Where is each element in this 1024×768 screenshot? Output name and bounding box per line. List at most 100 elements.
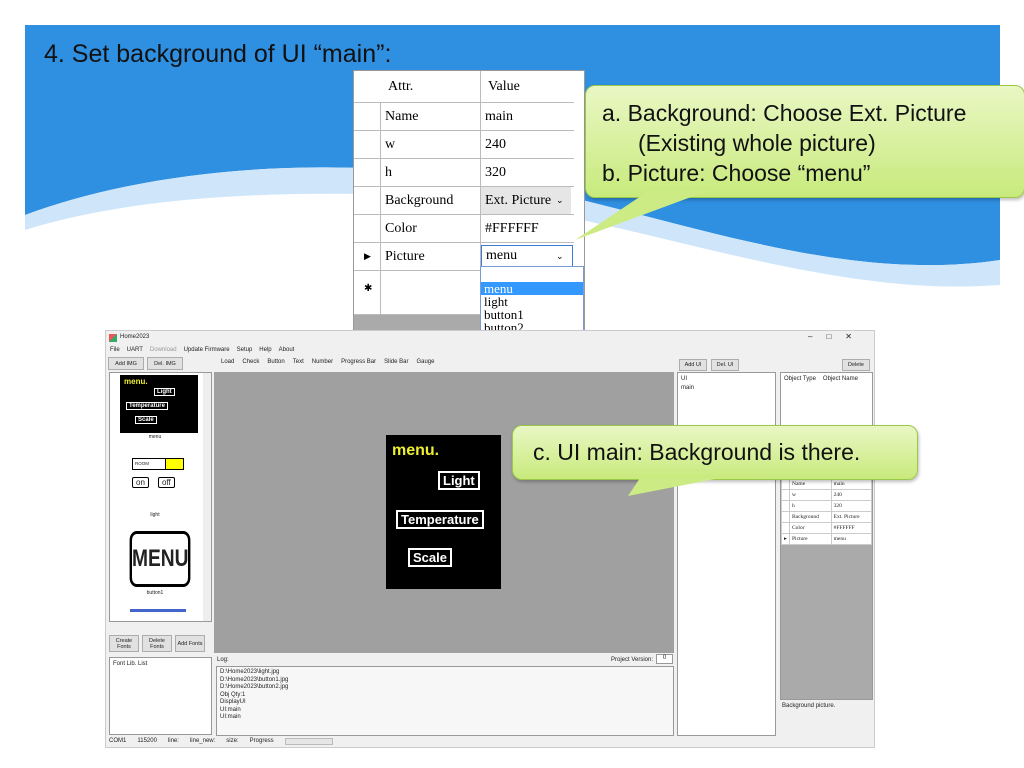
add-img-button[interactable]: Add IMG <box>108 357 144 370</box>
menu-item[interactable]: UART <box>127 347 143 353</box>
menu-item[interactable]: About <box>279 347 295 353</box>
attr-value: main <box>485 108 513 124</box>
del-img-button[interactable]: Del. IMG <box>147 357 183 370</box>
attr-value: 320 <box>485 164 506 180</box>
add-fonts-button[interactable]: Add Fonts <box>175 635 205 652</box>
image-list[interactable]: menu. Light Temperature Scale menu ROOM … <box>109 372 212 622</box>
off-image: off <box>158 477 175 488</box>
callout-line-a: a. Background: Choose Ext. Picture <box>602 100 967 126</box>
toolbar-button[interactable]: Slide Bar <box>384 359 408 365</box>
attr-name: Color <box>385 220 417 236</box>
log-box[interactable]: D:\Home2023\light.jpg D:\Home2023\button1… <box>216 666 674 736</box>
menu-item[interactable]: Update Firmware <box>184 347 230 353</box>
property-row[interactable]: Background Ext. Picture <box>781 511 873 523</box>
property-name: w <box>789 489 832 501</box>
property-value[interactable]: menu <box>830 533 873 545</box>
attr-name: h <box>385 164 392 180</box>
property-row[interactable]: Color #FFFFFF <box>781 522 873 534</box>
attr-row[interactable]: Name main <box>354 103 574 131</box>
button1-thumbnail[interactable]: MENU <box>129 531 191 587</box>
app-window: Home2023 –□✕ File UART Download Update Firm… <box>105 330 875 748</box>
property-row[interactable]: w 240 <box>781 489 873 501</box>
chevron-down-icon[interactable]: ⌄ <box>552 187 564 214</box>
property-name: Picture <box>789 533 832 545</box>
property-value[interactable]: #FFFFFF <box>830 522 873 534</box>
row-header <box>781 500 790 512</box>
attr-name: Name <box>385 108 419 124</box>
property-row[interactable]: h 320 <box>781 500 873 512</box>
property-name: Name <box>789 478 832 490</box>
property-grid[interactable]: Name main w 240 h 320 Background Ext. Picture Co… <box>781 478 873 545</box>
row-selector-icon: ▶ <box>364 251 371 261</box>
create-fonts-button[interactable]: Create Fonts <box>109 635 139 652</box>
toolbar-button[interactable]: Progress Bar <box>341 359 376 365</box>
menu-item[interactable]: Help <box>259 347 271 353</box>
callout-ab-tail <box>575 190 710 240</box>
font-list[interactable]: Font Lib. List <box>109 657 212 735</box>
menu-thumbnail[interactable]: menu. Light Temperature Scale <box>120 375 198 433</box>
status-bar: COM1 115200 line: line_new: size: Progress <box>109 738 333 745</box>
image-list-scrollbar[interactable] <box>203 373 211 621</box>
toolbar-button[interactable]: Check <box>242 359 259 365</box>
delete-fonts-button[interactable]: Delete Fonts <box>142 635 172 652</box>
toolbar-button[interactable]: Load <box>221 359 234 365</box>
design-canvas[interactable]: menu. Light Temperature Scale <box>214 372 674 653</box>
status-line: line: <box>167 738 179 744</box>
app-icon <box>109 334 117 342</box>
thumb-light: Light <box>154 388 175 396</box>
header-attr: Attr. <box>388 78 414 94</box>
callout-c-text: c. UI main: Background is there. <box>533 439 861 465</box>
menu-bar: File UART Download Update Firmware Setup Help… <box>110 347 294 353</box>
ui-preview: menu. Light Temperature Scale <box>386 435 501 589</box>
attr-row[interactable]: Background Ext. Picture ⌄ <box>354 187 574 215</box>
project-version-field[interactable]: 0 <box>656 654 673 664</box>
status-line-new: line_new: <box>189 738 216 744</box>
menu-item[interactable]: Setup <box>237 347 253 353</box>
progress-bar <box>284 738 333 745</box>
callout-c-tail <box>628 478 720 496</box>
toolbar-button[interactable]: Number <box>312 359 333 365</box>
property-name: Color <box>789 522 832 534</box>
menu-item[interactable]: Download <box>150 347 177 353</box>
thumb-scale: Scale <box>135 416 157 424</box>
property-row[interactable]: Name main <box>781 478 873 490</box>
add-ui-button[interactable]: Add UI <box>679 359 707 371</box>
attr-row[interactable]: h 320 <box>354 159 574 187</box>
status-progress: Progress <box>249 738 274 744</box>
delete-button[interactable]: Delete <box>842 359 870 371</box>
property-row[interactable]: ▸ Picture menu <box>781 533 873 545</box>
ui-list-item-main[interactable]: main <box>681 385 772 391</box>
property-value[interactable]: Ext. Picture <box>830 511 873 523</box>
toolbar-button[interactable]: Text <box>293 359 304 365</box>
window-controls[interactable]: –□✕ <box>808 332 866 341</box>
status-port: COM1 <box>109 738 127 744</box>
toolbar-button[interactable]: Gauge <box>416 359 434 365</box>
log-line: D:\Home2023\light.jpg <box>220 669 280 675</box>
log-line: UI:main <box>220 706 241 713</box>
font-list-label: Font Lib. List <box>113 661 148 667</box>
property-value[interactable]: 320 <box>830 500 873 512</box>
attr-row[interactable]: Color #FFFFFF <box>354 215 574 243</box>
log-line: UI:main <box>220 714 241 720</box>
attr-name: Picture <box>385 248 425 264</box>
thumb-label: menu <box>148 434 162 440</box>
property-name: h <box>789 500 832 512</box>
slide-title: 4. Set background of UI “main”: <box>44 40 392 68</box>
property-value[interactable]: 240 <box>830 489 873 501</box>
row-header <box>781 511 790 523</box>
callout-c: c. UI main: Background is there. <box>512 425 918 480</box>
log-line: Obj Qty:1 <box>220 691 246 698</box>
new-row-icon: ✱ <box>364 283 373 294</box>
toolbar-button[interactable]: Button <box>267 359 284 365</box>
row-header: ▸ <box>781 533 790 545</box>
del-ui-button[interactable]: Del. UI <box>711 359 739 371</box>
property-description: Background picture. <box>782 703 836 709</box>
menu-item[interactable]: File <box>110 347 120 353</box>
property-value[interactable]: main <box>830 478 873 490</box>
attr-row[interactable]: w 240 <box>354 131 574 159</box>
light-thumbnail[interactable]: ROOM <box>132 458 184 470</box>
thumb-title: menu. <box>124 377 148 386</box>
ui-list-header: UI <box>681 376 687 382</box>
picture-dropdown-list[interactable]: menu light button1 button2 <box>480 266 584 334</box>
log-line: D:\Home2023\button1.jpg <box>220 676 289 683</box>
